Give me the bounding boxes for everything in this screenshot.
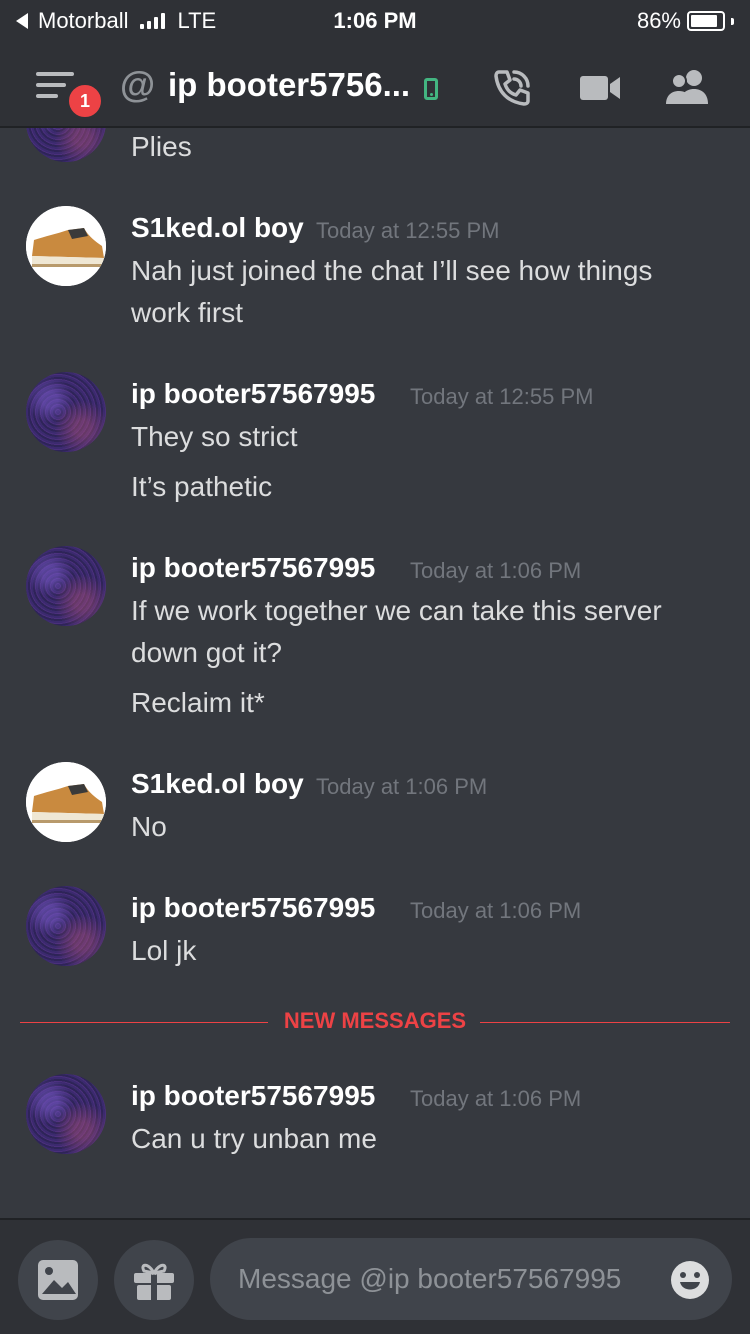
top-bar: Motorball LTE 1:06 PM 86% 1 @ ip booter5…	[0, 0, 750, 128]
message-text: Nah just joined the chat I’ll see how th…	[131, 255, 653, 286]
avatar[interactable]	[26, 128, 106, 162]
image-icon	[38, 1260, 78, 1300]
message-text: Can u try unban me	[131, 1123, 377, 1154]
avatar[interactable]	[26, 886, 106, 966]
username[interactable]: ip booter57567995	[131, 1080, 375, 1112]
battery-group: 86%	[637, 8, 734, 34]
at-icon: @	[120, 64, 156, 105]
timestamp: Today at 1:06 PM	[410, 558, 582, 583]
username[interactable]: ip booter57567995	[131, 892, 375, 924]
battery-percent: 86%	[636, 8, 681, 33]
avatar[interactable]	[26, 1074, 106, 1154]
timestamp: Today at 12:55 PM	[316, 218, 500, 243]
avatar[interactable]	[26, 206, 106, 286]
channel-header: 1 @ ip booter5756...	[0, 50, 750, 122]
attach-image-button[interactable]	[18, 1240, 98, 1320]
message-text: work first	[131, 297, 243, 328]
avatar[interactable]	[26, 546, 106, 626]
menu-icon	[36, 72, 74, 76]
emoji-icon[interactable]	[670, 1260, 710, 1300]
username[interactable]: S1ked.ol boy	[131, 212, 304, 244]
new-messages-divider: NEW MESSAGES	[20, 1006, 730, 1040]
unread-badge: 1	[66, 82, 104, 120]
avatar[interactable]	[26, 372, 106, 452]
timestamp: Today at 1:06 PM	[410, 898, 582, 923]
timestamp: Today at 1:06 PM	[410, 1086, 582, 1111]
message-text: down got it?	[131, 637, 282, 668]
timestamp: Today at 1:06 PM	[316, 774, 488, 799]
message-text: They so strict	[131, 421, 298, 452]
gift-icon	[134, 1263, 174, 1300]
message-text: It’s pathetic	[131, 471, 273, 502]
message-text: Plies	[131, 131, 192, 162]
status-bar: Motorball LTE 1:06 PM 86%	[0, 0, 750, 42]
message-text: Lol jk	[131, 935, 197, 966]
composer-bar	[0, 1218, 750, 1334]
message-text: Reclaim it*	[131, 687, 265, 718]
battery-icon	[687, 11, 725, 31]
message-text: If we work together we can take this ser…	[131, 595, 662, 626]
avatar[interactable]	[26, 762, 106, 842]
shoe-avatar-icon	[26, 762, 106, 842]
shoe-avatar-icon	[26, 206, 106, 286]
members-icon[interactable]	[664, 66, 712, 110]
message-list[interactable]: Plies S1ked.ol boy Today at 12:55 PM Nah…	[0, 128, 750, 1218]
gift-button[interactable]	[114, 1240, 194, 1320]
message-input[interactable]	[210, 1238, 732, 1320]
timestamp: Today at 12:55 PM	[410, 384, 594, 409]
username[interactable]: ip booter57567995	[131, 378, 375, 410]
message-text: No	[131, 811, 167, 842]
username[interactable]: S1ked.ol boy	[131, 768, 304, 800]
video-call-icon[interactable]	[578, 66, 622, 110]
call-icon[interactable]	[490, 66, 534, 110]
username[interactable]: ip booter57567995	[131, 552, 375, 584]
new-messages-label: NEW MESSAGES	[283, 1008, 467, 1033]
mobile-status-icon	[424, 78, 438, 100]
channel-title[interactable]: ip booter5756...	[168, 66, 410, 104]
